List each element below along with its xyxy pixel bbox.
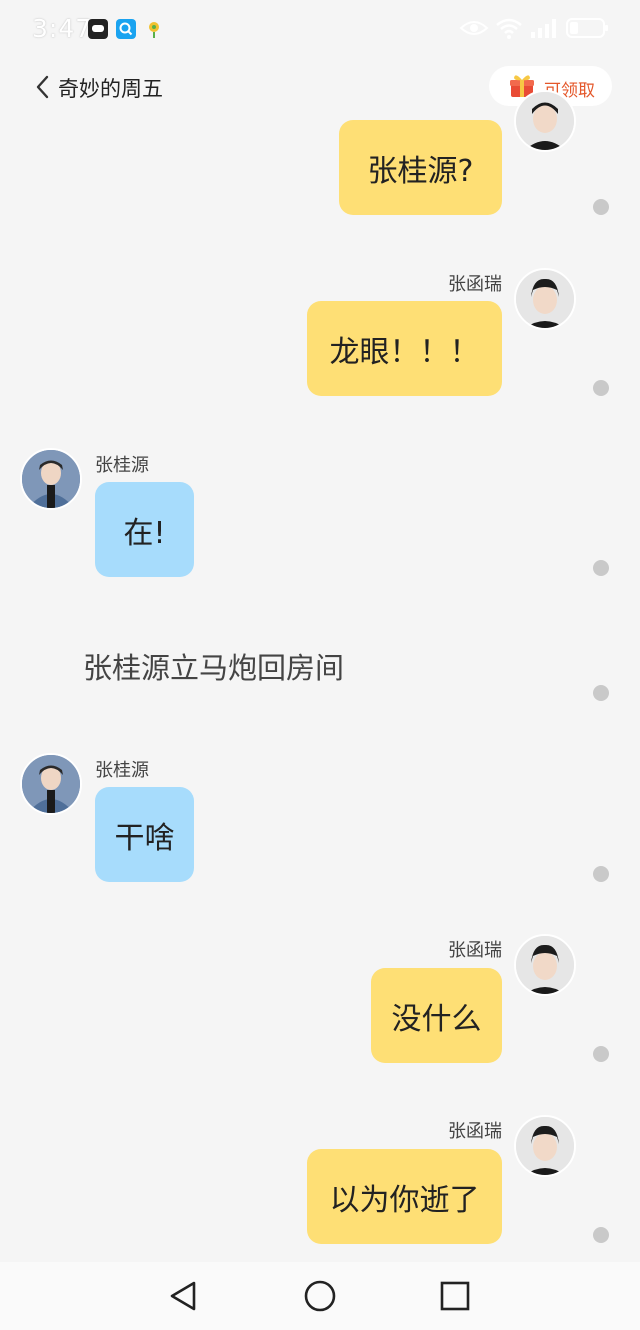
read-status-dot [593,199,609,215]
message-bubble[interactable]: 在! [95,482,194,577]
read-status-dot [593,1227,609,1243]
sender-name: 张桂源 [95,760,149,781]
signal-icon [530,19,556,38]
back-triangle-icon [170,1281,196,1311]
avatar[interactable] [514,268,576,330]
avatar[interactable] [514,1115,576,1177]
message-bubble[interactable]: 以为你逝了 [307,1149,502,1244]
avatar[interactable] [20,753,82,815]
nav-home-button[interactable] [302,1278,338,1314]
sender-name: 张函瑞 [448,274,502,295]
sender-name: 张函瑞 [448,940,502,961]
wifi-icon [496,18,522,39]
recents-square-icon [440,1281,470,1311]
read-status-dot [593,866,609,882]
read-status-dot [593,380,609,396]
narration-text: 张桂源立马炮回房间 [83,651,345,685]
avatar[interactable] [514,90,576,152]
read-status-dot [593,560,609,576]
avatar[interactable] [20,448,82,510]
read-status-dot [593,685,609,701]
status-bar: 3:47 [0,0,640,60]
back-button[interactable] [34,75,54,99]
battery-icon [566,18,608,38]
avatar[interactable] [514,934,576,996]
nav-back-button[interactable] [166,1278,202,1314]
status-icons [459,16,610,44]
sender-name: 张桂源 [95,455,149,476]
message-bubble[interactable]: 干啥 [95,787,194,882]
sender-name: 张函瑞 [448,1121,502,1142]
status-time: 3:47 [32,14,93,43]
home-circle-icon [304,1280,336,1312]
read-status-dot [593,1046,609,1062]
message-bubble[interactable]: 龙眼！！！ [307,301,502,396]
nav-recents-button[interactable] [437,1278,473,1314]
message-bubble[interactable]: 张桂源? [339,120,502,215]
page-title: 奇妙的周五 [58,77,163,101]
message-bubble[interactable]: 没什么 [371,968,502,1063]
eye-icon [459,21,489,35]
chevron-left-icon [36,75,49,99]
search-app-icon [116,19,136,39]
beard-app-icon [88,19,108,39]
system-nav-bar [0,1262,640,1330]
flower-app-icon [144,19,164,39]
